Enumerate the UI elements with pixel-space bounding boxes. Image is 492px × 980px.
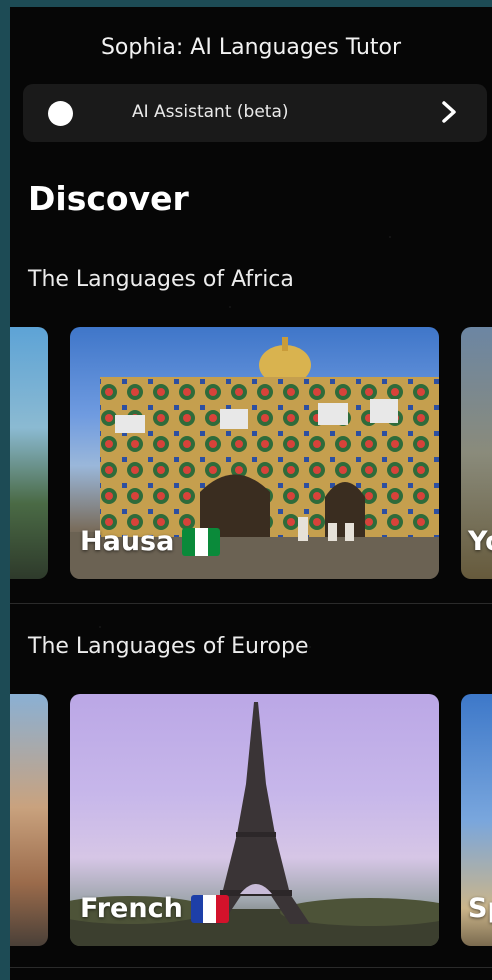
app-screen: Sophia: AI Languages Tutor AI Assistant …	[10, 7, 492, 980]
nigeria-flag-icon	[182, 527, 221, 556]
card-title-french: French	[80, 893, 183, 924]
france-flag-icon	[190, 894, 229, 923]
card-title-spanish-partial: Sp	[468, 893, 492, 924]
section-divider	[10, 603, 492, 604]
card-label-hausa: Hausa	[80, 526, 221, 557]
assistant-circle-icon	[48, 101, 73, 126]
card-title-yoruba-partial: Yo	[468, 526, 492, 557]
language-card-hausa[interactable]: Hausa	[70, 327, 439, 579]
card-partial-left-europe[interactable]	[10, 694, 48, 946]
chevron-right-icon	[442, 101, 456, 123]
section-title-africa: The Languages of Africa	[28, 267, 294, 292]
ai-assistant-button[interactable]: AI Assistant (beta)	[23, 84, 487, 142]
page-title: Discover	[28, 179, 189, 218]
assistant-label: AI Assistant (beta)	[132, 102, 289, 122]
section-divider-bottom	[10, 967, 492, 968]
section-title-europe: The Languages of Europe	[28, 634, 309, 659]
language-card-french[interactable]: French	[70, 694, 439, 946]
card-partial-left-africa[interactable]	[10, 327, 48, 579]
app-title: Sophia: AI Languages Tutor	[100, 35, 402, 60]
card-label-french: French	[80, 893, 229, 924]
language-card-spanish-partial[interactable]: Sp	[461, 694, 492, 946]
language-card-yoruba-partial[interactable]: Yo	[461, 327, 492, 579]
card-title-hausa: Hausa	[80, 526, 175, 557]
